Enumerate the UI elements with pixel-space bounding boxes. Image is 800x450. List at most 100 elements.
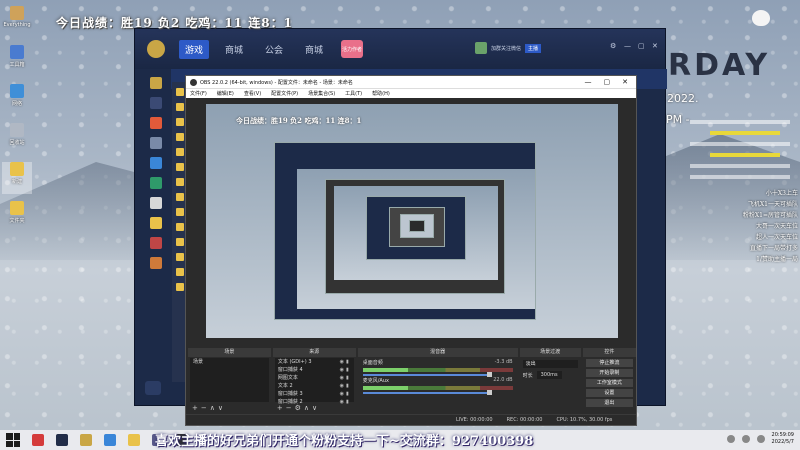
folder-icon[interactable] <box>176 253 184 261</box>
nested-obs-3 <box>400 214 434 238</box>
sources-toolbar[interactable]: +−⚙∧∨ <box>277 404 320 412</box>
game-sidebar-icon[interactable] <box>150 157 162 169</box>
clock[interactable]: 20:59:09 2022/5/7 <box>772 432 794 446</box>
visibility-lock-icons[interactable]: ◉▮ <box>340 398 354 406</box>
game-sidebar-icon[interactable] <box>150 137 162 149</box>
nested-game-2 <box>366 196 466 260</box>
source-list[interactable]: 文本 (GDI+) 3 ◉▮ 窗口捕获 4 ◉▮ 网图文本 ◉▮ 文本 2 ◉▮ 窗口捕获 3 ◉… <box>274 358 354 405</box>
window-control-button[interactable]: ▢ <box>638 43 645 50</box>
explorer-taskbar-icon[interactable] <box>128 434 140 446</box>
network-icon[interactable] <box>726 435 735 443</box>
menu-item[interactable]: 场景集合(S) <box>308 90 335 97</box>
desktop-icon[interactable]: 工具箱 <box>2 45 32 77</box>
volume-slider[interactable] <box>362 390 492 395</box>
obs-preview[interactable]: 今日战绩：胜19 负2 吃鸡：11 连8：1 喜欢主播的好兄弟们开通个粉粉支持一… <box>206 104 618 338</box>
window-control-button[interactable]: ✕ <box>652 43 659 50</box>
control-button[interactable]: 设置 <box>585 389 634 397</box>
desktop-icon[interactable]: Everything <box>2 6 32 38</box>
source-item[interactable]: 窗口捕获 4 ◉▮ <box>275 366 354 374</box>
folder-icon[interactable] <box>176 268 184 276</box>
scenes-header: 场景 <box>188 348 271 357</box>
duration-input[interactable]: 300ms <box>536 371 562 379</box>
window-control-button[interactable]: ▢ <box>604 78 611 86</box>
rule-line: 直播下一局带打多 <box>749 245 798 252</box>
window-control-button[interactable]: — <box>624 43 631 50</box>
folder-icon[interactable] <box>176 178 184 186</box>
scenes-toolbar[interactable]: +−∧∨ <box>192 404 226 412</box>
start-button[interactable] <box>6 433 20 447</box>
folder-icon[interactable] <box>176 223 184 231</box>
game-badge[interactable]: 活力作者 <box>341 40 364 58</box>
visibility-lock-icons[interactable]: ◉▮ <box>340 382 354 390</box>
source-item[interactable]: 文本 2 ◉▮ <box>275 382 354 390</box>
game-nav-tab[interactable]: 商城 <box>299 40 329 59</box>
ime-icon[interactable] <box>756 435 765 443</box>
folder-icon[interactable] <box>176 118 184 126</box>
game-nav-tab[interactable]: 商城 <box>219 40 249 59</box>
stream-rules-overlay: 小十X3上车 飞机X1一天可插队 粉粉X1=房管可插队 大哥一次天车位 超人一次天车位直… <box>718 188 798 265</box>
chat-icon[interactable] <box>145 381 161 395</box>
game-sidebar-icon[interactable] <box>150 97 162 109</box>
game-nav-tab[interactable]: 游戏 <box>179 39 210 59</box>
netease-taskbar-icon[interactable] <box>32 434 44 446</box>
volume-slider[interactable] <box>362 372 492 377</box>
visibility-lock-icons[interactable]: ◉▮ <box>340 374 354 382</box>
folder-icon[interactable] <box>176 88 184 96</box>
chrome-taskbar-icon[interactable] <box>104 434 116 446</box>
source-item[interactable]: 窗口捕获 3 ◉▮ <box>275 390 354 398</box>
visibility-lock-icons[interactable]: ◉▮ <box>340 366 354 374</box>
pubg-taskbar-icon[interactable] <box>80 434 92 446</box>
folder-icon[interactable] <box>176 208 184 216</box>
transition-select[interactable]: 淡出 <box>522 360 578 368</box>
menu-item[interactable]: 编辑(E) <box>217 90 234 97</box>
control-button[interactable]: 开始录制 <box>585 369 634 377</box>
game-sidebar-icon[interactable] <box>150 77 162 89</box>
menu-item[interactable]: 帮助(H) <box>372 90 390 97</box>
source-item[interactable]: 文本 (GDI+) 3 ◉▮ <box>275 358 354 366</box>
game-sidebar-icon[interactable] <box>150 177 162 189</box>
game-user[interactable]: 加群关注微信 主播 <box>475 42 542 54</box>
window-control-button[interactable]: ✕ <box>622 78 628 86</box>
game-sidebar-icon[interactable] <box>150 217 162 229</box>
game-sidebar-icon[interactable] <box>150 237 162 249</box>
desktop-icon[interactable]: 文件夹 <box>2 201 32 233</box>
volume-icon[interactable] <box>741 435 750 443</box>
source-item[interactable]: 网图文本 ◉▮ <box>275 374 354 382</box>
scene-list[interactable]: 场景 <box>190 358 269 402</box>
folder-icon[interactable] <box>176 283 184 291</box>
game-sidebar-icon[interactable] <box>150 117 162 129</box>
mixer-header: 混音器 <box>357 348 518 357</box>
desktop-icon[interactable]: 新建 <box>2 162 32 194</box>
menu-item[interactable]: 配置文件(P) <box>271 90 298 97</box>
folder-icon[interactable] <box>176 133 184 141</box>
control-button[interactable]: 停止推流 <box>585 359 634 367</box>
background-title: RDAY <box>668 48 771 83</box>
visibility-lock-icons[interactable]: ◉▮ <box>340 358 354 366</box>
mixer-channel: 麦克风/Aux 22.0 dB <box>360 376 516 395</box>
obs-statusbar: LIVE: 00:00:00 REC: 00:00:00 CPU: 10.7%,… <box>186 414 636 425</box>
game-nav-tab[interactable]: 公会 <box>259 40 289 59</box>
folder-icon[interactable] <box>176 238 184 246</box>
window-control-button[interactable]: ⚙ <box>610 43 617 50</box>
control-button[interactable]: 退出 <box>585 399 634 407</box>
visibility-lock-icons[interactable]: ◉▮ <box>340 390 354 398</box>
desktop-icon[interactable]: 网络 <box>2 84 32 116</box>
window-control-button[interactable]: — <box>585 78 592 86</box>
desktop-icon[interactable]: 回收站 <box>2 123 32 155</box>
game-sidebar-icon[interactable] <box>150 197 162 209</box>
control-button[interactable]: 工作室模式 <box>585 379 634 387</box>
folder-icon[interactable] <box>176 193 184 201</box>
transitions-header: 场景过渡 <box>519 348 581 357</box>
folder-icon[interactable] <box>176 103 184 111</box>
cat-icon[interactable] <box>752 10 770 26</box>
game-sidebar-icon[interactable] <box>150 257 162 269</box>
scene-item[interactable]: 场景 <box>190 358 269 366</box>
game-taskbar-icon[interactable] <box>56 434 68 446</box>
preview-stats-text: 今日战绩：胜19 负2 吃鸡：11 连8：1 <box>236 116 362 125</box>
mixer-channel-name: 桌面音频 <box>362 360 383 366</box>
folder-icon[interactable] <box>176 148 184 156</box>
menu-item[interactable]: 查看(V) <box>244 90 261 97</box>
menu-item[interactable]: 文件(F) <box>190 90 207 97</box>
menu-item[interactable]: 工具(T) <box>345 90 362 97</box>
folder-icon[interactable] <box>176 163 184 171</box>
